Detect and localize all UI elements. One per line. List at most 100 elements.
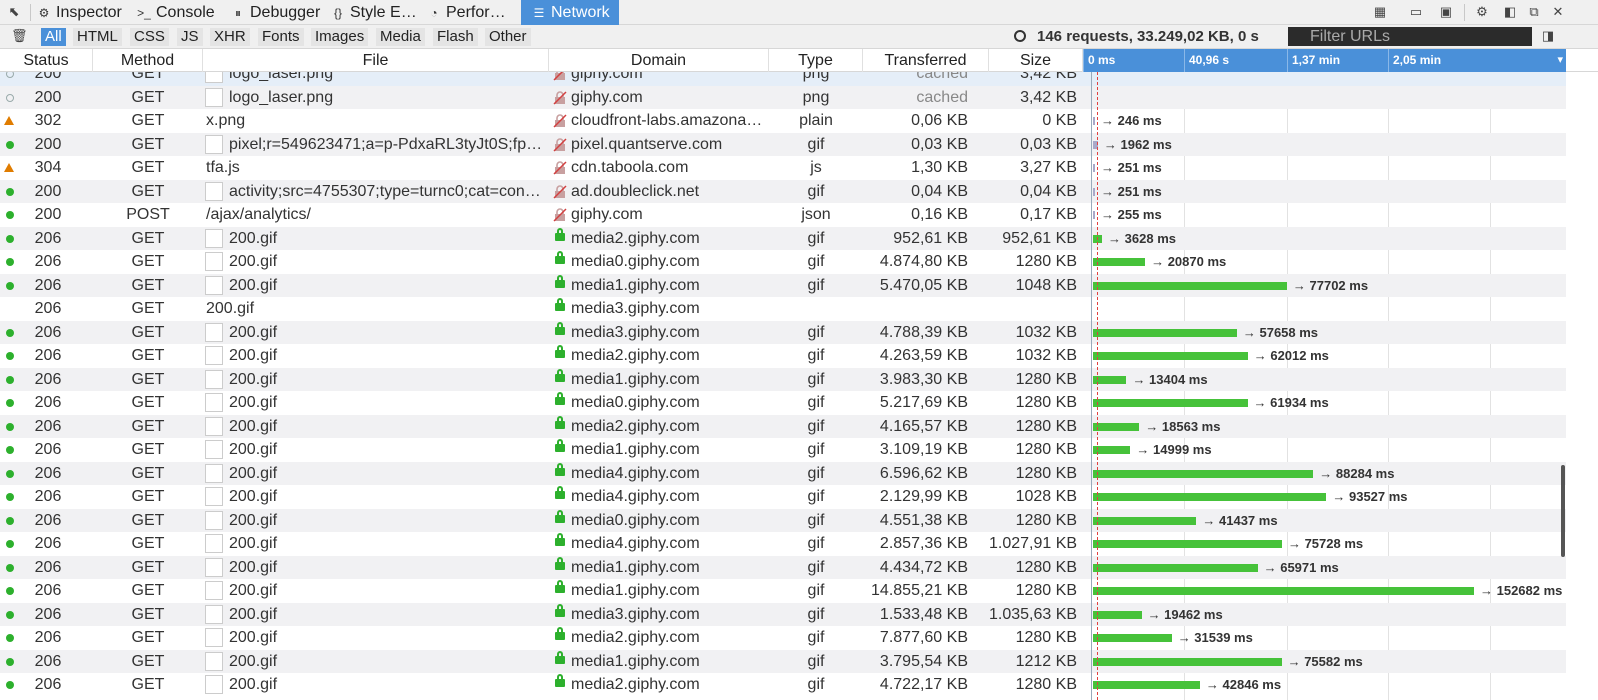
- table-row[interactable]: 206 GET 200.gif media2.giphy.com gif 7.877,60…: [0, 626, 1566, 650]
- scrollbar-track[interactable]: [1566, 72, 1598, 700]
- table-row[interactable]: 206 GET 200.gif media0.giphy.com gif 5.217,69…: [0, 391, 1566, 415]
- table-row[interactable]: 200 GET activity;src=4755307;type=turnc0;c…: [0, 179, 1566, 203]
- request-method: GET: [131, 72, 165, 82]
- tab-debugger[interactable]: ⏸ Debugger: [230, 0, 326, 25]
- table-row[interactable]: 206 GET 200.gif media4.giphy.com gif 2.857,36…: [0, 532, 1566, 556]
- col-size[interactable]: Size: [989, 49, 1083, 72]
- filter-fonts[interactable]: Fonts: [258, 28, 304, 46]
- status-indicator-icon: [6, 211, 14, 219]
- table-row[interactable]: 206 GET 200.gif media2.giphy.com gif 952,61 K…: [0, 226, 1566, 250]
- table-row[interactable]: 206 GET 200.gif media3.giphy.com gif 1.533,48…: [0, 602, 1566, 626]
- col-method[interactable]: Method: [93, 49, 203, 72]
- filter-flash[interactable]: Flash: [433, 28, 478, 46]
- col-domain[interactable]: Domain: [549, 49, 769, 72]
- tab-network[interactable]: ☰ Network: [521, 0, 619, 25]
- request-method: GET: [131, 229, 165, 247]
- request-method: GET: [131, 417, 165, 435]
- table-row[interactable]: 206 GET 200.gif media4.giphy.com gif 2.129,99…: [0, 485, 1566, 509]
- col-transferred[interactable]: Transferred: [863, 49, 989, 72]
- screenshot-icon[interactable]: ▣: [1438, 4, 1454, 20]
- table-row[interactable]: 206 GET 200.gif media3.giphy.com gif 4.788,39…: [0, 320, 1566, 344]
- table-row[interactable]: 206 GET 200.gif media1.giphy.com gif 3.109,19…: [0, 438, 1566, 462]
- table-row[interactable]: 206 GET 200.gif media1.giphy.com gif 14.855,2…: [0, 579, 1566, 603]
- tab-console[interactable]: >_ Console: [136, 0, 224, 25]
- request-method: GET: [131, 112, 165, 129]
- filter-media[interactable]: Media: [376, 28, 425, 46]
- close-icon[interactable]: ✕: [1550, 4, 1566, 20]
- table-row[interactable]: 200 POST/ajax/analytics/giphy.com json 0,16…: [0, 203, 1566, 227]
- table-row[interactable]: 206 GET 200.gif media2.giphy.com gif 4.722,17…: [0, 673, 1566, 697]
- gear-icon[interactable]: ⚙: [1474, 4, 1490, 20]
- request-method: POST: [126, 206, 170, 223]
- status-indicator-icon: [6, 540, 14, 548]
- toggle-sidebar-icon[interactable]: ◨: [1540, 28, 1556, 44]
- table-row[interactable]: 206 GET 200.gif media1.giphy.com gif 3.795,54…: [0, 649, 1566, 673]
- request-domain: giphy.com: [571, 72, 643, 82]
- table-row[interactable]: 206 GET 200.gif media1.giphy.com gif 4.434,72…: [0, 555, 1566, 579]
- request-transferred: 14.855,21 KB: [871, 582, 968, 599]
- table-row[interactable]: 206 GET 200.gif media4.giphy.com gif 6.596,62…: [0, 461, 1566, 485]
- table-row[interactable]: 206 GET 200.gif media0.giphy.com gif 4.551,38…: [0, 508, 1566, 532]
- request-size: 1280 KB: [1015, 370, 1077, 388]
- status-indicator-icon: [6, 681, 14, 689]
- insecure-lock-icon: [553, 72, 565, 81]
- filter-images[interactable]: Images: [311, 28, 369, 46]
- table-row[interactable]: 206 GET 200.gif media1.giphy.com gif 3.983,30…: [0, 367, 1566, 391]
- table-row[interactable]: 206 GET 200.gif media0.giphy.com gif 4.874,80…: [0, 250, 1566, 274]
- request-type: png: [802, 88, 830, 106]
- element-picker-icon[interactable]: ⬉: [6, 4, 22, 20]
- filter-js[interactable]: JS: [177, 28, 203, 46]
- dock-side-icon[interactable]: ◧: [1502, 4, 1518, 20]
- image-thumbnail: [205, 675, 223, 694]
- table-row[interactable]: 200 GET pixel;r=549623471;a=p-PdxaRL3tyJt0…: [0, 132, 1566, 156]
- table-row[interactable]: 206 GET 200.gif media3.giphy.com: [0, 297, 1566, 321]
- scrollbar-thumb[interactable]: [1561, 465, 1565, 557]
- col-type[interactable]: Type: [769, 49, 863, 72]
- table-row[interactable]: 200 GET logo_laser.png giphy.com png cached 3,…: [0, 85, 1566, 109]
- filter-other[interactable]: Other: [485, 28, 531, 46]
- request-file: 200.gif: [229, 558, 278, 576]
- filter-urls-input[interactable]: [1288, 27, 1532, 46]
- table-row[interactable]: 206 GET 200.gif media1.giphy.com gif 5.470,05…: [0, 273, 1566, 297]
- tab-inspector[interactable]: ⚙ Inspector: [36, 0, 128, 25]
- col-file[interactable]: File: [203, 49, 549, 72]
- tab-style-editor[interactable]: {} Style E…: [330, 0, 422, 25]
- split-layout-icon[interactable]: ▦: [1372, 4, 1388, 20]
- filter-all[interactable]: All: [41, 28, 66, 46]
- table-row[interactable]: 206 GET 200.gif media2.giphy.com gif 4.263,59…: [0, 344, 1566, 368]
- image-thumbnail: [205, 416, 223, 436]
- image-thumbnail: [205, 628, 223, 647]
- request-type: gif: [807, 323, 825, 341]
- lock-icon: [555, 415, 565, 429]
- table-row[interactable]: 206 GET 200.gif media2.giphy.com gif 4.165,57…: [0, 414, 1566, 438]
- table-row[interactable]: 200 GET logo_laser.png giphy.com png cached 3,…: [0, 72, 1566, 86]
- tab-performance[interactable]: ◔ Perfor…: [426, 0, 518, 25]
- status-code: 206: [34, 464, 62, 482]
- filter-xhr[interactable]: XHR: [210, 28, 250, 46]
- request-transferred: 5.470,05 KB: [879, 276, 968, 294]
- status-code: 206: [34, 629, 62, 646]
- trash-icon[interactable]: 🗑: [11, 28, 28, 44]
- request-transferred: 4.874,80 KB: [879, 253, 968, 270]
- waterfall-bar: [1093, 399, 1248, 407]
- waterfall-duration: → 20870 ms: [1151, 254, 1227, 269]
- insecure-lock-icon: [553, 161, 567, 175]
- request-file: 200.gif: [229, 605, 278, 623]
- request-file: 200.gif: [229, 394, 278, 411]
- undock-icon[interactable]: ⧉: [1526, 4, 1542, 20]
- filter-html[interactable]: HTML: [73, 28, 122, 46]
- table-row[interactable]: 302 GET x.png cloudfront-labs.amazona… plain…: [0, 109, 1566, 133]
- table-row[interactable]: 304 GET tfa.js cdn.taboola.com js 1,30 KB 3,27…: [0, 156, 1566, 180]
- request-transferred: 4.551,38 KB: [879, 511, 968, 529]
- status-indicator-icon: [6, 587, 14, 595]
- col-status[interactable]: Status: [0, 49, 93, 72]
- lock-icon: [555, 227, 565, 241]
- request-type: json: [801, 206, 831, 223]
- responsive-design-icon[interactable]: ▭: [1408, 4, 1424, 20]
- filter-css[interactable]: CSS: [130, 28, 169, 46]
- request-file: logo_laser.png: [229, 88, 334, 106]
- col-waterfall[interactable]: 0 ms 40,96 s 1,37 min 2,05 min ▾: [1083, 49, 1566, 72]
- lock-icon: [555, 627, 565, 640]
- chevron-down-icon[interactable]: ▾: [1557, 49, 1563, 72]
- request-method: GET: [131, 464, 165, 482]
